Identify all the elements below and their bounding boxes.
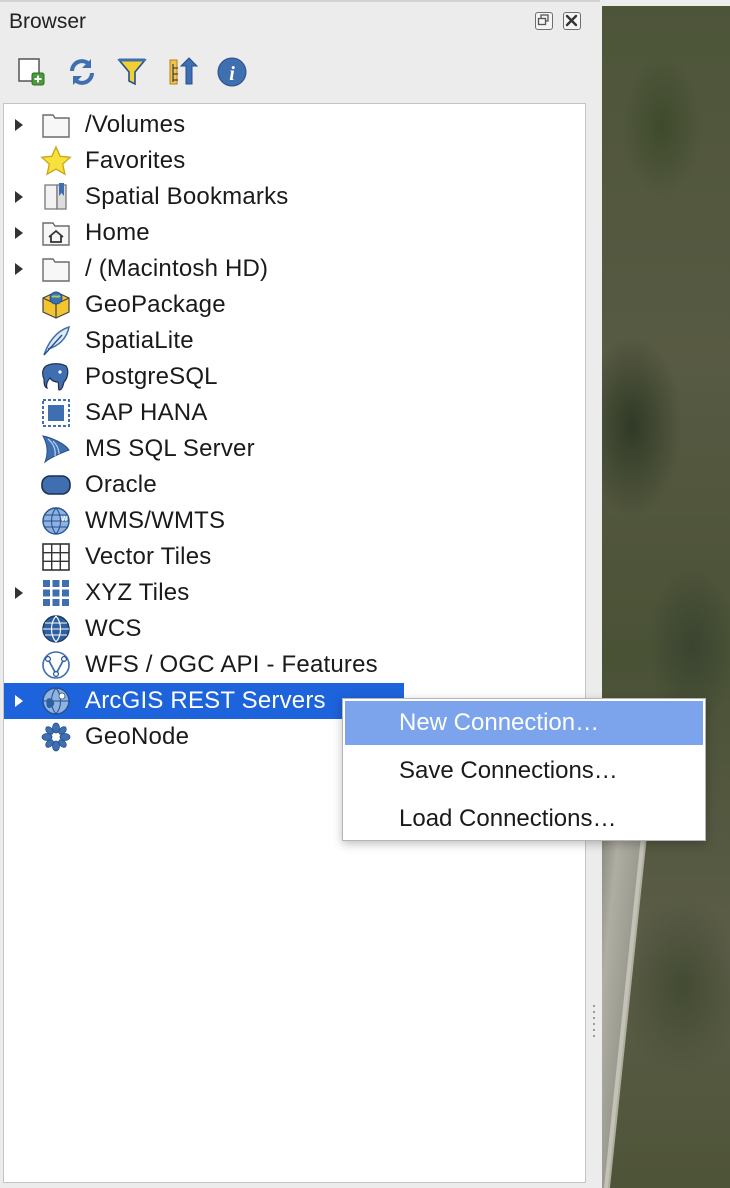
refresh-icon bbox=[64, 54, 100, 90]
panel-top-border bbox=[0, 0, 600, 2]
tree-item-label: Vector Tiles bbox=[85, 543, 212, 570]
tree-item[interactable]: /Volumes bbox=[4, 107, 404, 143]
context-menu: New Connection… Save Connections… Load Con… bbox=[342, 698, 706, 841]
tree-item[interactable]: GeoPackage bbox=[4, 287, 404, 323]
bookmark-icon bbox=[40, 181, 72, 213]
add-selected-layers-icon bbox=[14, 54, 50, 90]
filter-icon bbox=[114, 54, 150, 90]
tree-item-label: SpatiaLite bbox=[85, 327, 194, 354]
tree-item-label: WMS/WMTS bbox=[85, 507, 226, 534]
tree-item-label: ArcGIS REST Servers bbox=[85, 687, 326, 714]
close-panel-button[interactable] bbox=[563, 12, 581, 30]
tree-item[interactable]: / (Macintosh HD) bbox=[4, 251, 404, 287]
svg-text:W: W bbox=[61, 516, 68, 523]
elephant-icon bbox=[40, 361, 72, 393]
close-icon bbox=[565, 14, 578, 27]
tree-item-label: XYZ Tiles bbox=[85, 579, 190, 606]
tree-item-label: Home bbox=[85, 219, 150, 246]
float-icon bbox=[537, 14, 549, 26]
browser-panel: Browser i /Volumes Favorites Spatial Bookm… bbox=[0, 0, 600, 1188]
tree-item-label: WFS / OGC API - Features bbox=[85, 651, 378, 678]
menu-item-new-connection[interactable]: New Connection… bbox=[345, 701, 703, 745]
wfs-icon bbox=[40, 649, 72, 681]
tree-item[interactable]: WFS / OGC API - Features bbox=[4, 647, 404, 683]
tree-item[interactable]: WCS bbox=[4, 611, 404, 647]
tree-item-label: Favorites bbox=[85, 147, 186, 174]
expand-arrow-icon[interactable] bbox=[13, 190, 25, 204]
menu-item-load-connections[interactable]: Load Connections… bbox=[345, 797, 703, 841]
wms-globe-icon: W bbox=[40, 505, 72, 537]
filter-button[interactable] bbox=[114, 54, 150, 90]
map-canvas[interactable] bbox=[602, 6, 730, 1188]
tree-item[interactable]: SpatiaLite bbox=[4, 323, 404, 359]
feather-icon bbox=[40, 325, 72, 357]
info-button[interactable]: i bbox=[214, 54, 250, 90]
tree-item[interactable]: Home bbox=[4, 215, 404, 251]
tree-item[interactable]: Spatial Bookmarks bbox=[4, 179, 404, 215]
geopackage-icon bbox=[40, 289, 72, 321]
collapse-all-button[interactable] bbox=[164, 54, 200, 90]
wcs-globe-icon bbox=[40, 613, 72, 645]
geonode-icon bbox=[40, 721, 72, 753]
svg-text:i: i bbox=[229, 63, 235, 85]
xyz-tiles-icon bbox=[40, 577, 72, 609]
folder-icon bbox=[40, 109, 72, 141]
tree-item[interactable]: MS SQL Server bbox=[4, 431, 404, 467]
tree-item[interactable]: PostgreSQL bbox=[4, 359, 404, 395]
menu-item-save-connections[interactable]: Save Connections… bbox=[345, 749, 703, 793]
tree-item-label: MS SQL Server bbox=[85, 435, 255, 462]
tree-item-label: GeoNode bbox=[85, 723, 190, 750]
info-icon: i bbox=[214, 54, 250, 90]
tree-item-label: SAP HANA bbox=[85, 399, 208, 426]
tree-item[interactable]: W WMS/WMTS bbox=[4, 503, 404, 539]
oracle-icon bbox=[40, 469, 72, 501]
tree-item-label: Spatial Bookmarks bbox=[85, 183, 289, 210]
tree-item-label: GeoPackage bbox=[85, 291, 226, 318]
resize-handle[interactable] bbox=[593, 1005, 596, 1041]
tree-item[interactable]: XYZ Tiles bbox=[4, 575, 404, 611]
collapse-all-icon bbox=[164, 54, 200, 90]
float-panel-button[interactable] bbox=[535, 12, 553, 30]
star-icon bbox=[40, 145, 72, 177]
tree-item[interactable]: Vector Tiles bbox=[4, 539, 404, 575]
tree-item-label: WCS bbox=[85, 615, 142, 642]
vector-tiles-icon bbox=[40, 541, 72, 573]
folder-icon bbox=[40, 253, 72, 285]
expand-arrow-icon[interactable] bbox=[13, 262, 25, 276]
tree-item-label: / (Macintosh HD) bbox=[85, 255, 269, 282]
expand-arrow-icon[interactable] bbox=[13, 226, 25, 240]
expand-arrow-icon[interactable] bbox=[13, 586, 25, 600]
tree-item-label: PostgreSQL bbox=[85, 363, 218, 390]
panel-title: Browser bbox=[9, 10, 87, 33]
tree-item[interactable]: SAP HANA bbox=[4, 395, 404, 431]
tree-item[interactable]: Oracle bbox=[4, 467, 404, 503]
tree-item-label: Oracle bbox=[85, 471, 157, 498]
refresh-button[interactable] bbox=[64, 54, 100, 90]
tree-item[interactable]: Favorites bbox=[4, 143, 404, 179]
expand-arrow-icon[interactable] bbox=[13, 118, 25, 132]
add-selected-layers-button[interactable] bbox=[14, 54, 50, 90]
home-folder-icon bbox=[40, 217, 72, 249]
hana-icon bbox=[40, 397, 72, 429]
arcgis-globe-icon bbox=[40, 685, 72, 717]
expand-arrow-icon[interactable] bbox=[13, 694, 25, 708]
browser-tree[interactable]: /Volumes Favorites Spatial Bookmarks Home / … bbox=[3, 103, 586, 1183]
tree-item-label: /Volumes bbox=[85, 111, 186, 138]
mssql-icon bbox=[40, 433, 72, 465]
